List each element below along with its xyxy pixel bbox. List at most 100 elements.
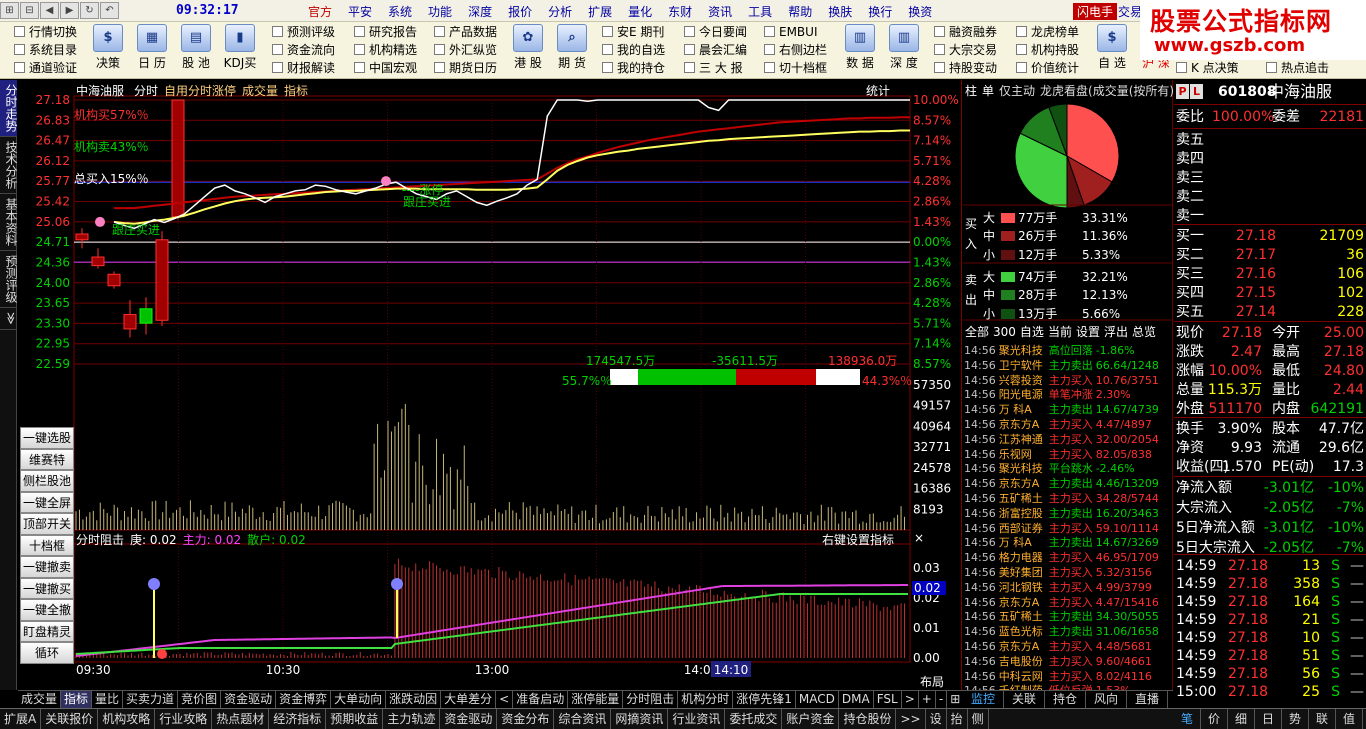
- left-tab-1[interactable]: 技术分析: [0, 137, 18, 194]
- quote-tab-6[interactable]: 值: [1336, 709, 1363, 729]
- quote-tab-4[interactable]: 势: [1282, 709, 1309, 729]
- quote-tab-3[interactable]: 日: [1255, 709, 1282, 729]
- side-button-3[interactable]: 一键全屏: [20, 491, 74, 513]
- left-tab-0[interactable]: 分时走势: [0, 80, 18, 137]
- side-button-6[interactable]: 一键撤卖: [20, 556, 74, 578]
- status-tab-3[interactable]: 行业攻略: [155, 709, 213, 729]
- chart-tab-2[interactable]: 成交量: [242, 84, 278, 98]
- indicator-tab-0[interactable]: 成交量: [18, 691, 62, 708]
- monitor-tab-4[interactable]: 直播: [1127, 691, 1168, 708]
- nav-button-3[interactable]: ▶: [60, 2, 79, 19]
- news-item[interactable]: 14:56 格力电器 主力买入 46.95/1709: [964, 549, 1159, 565]
- toolbar-button-b1[interactable]: $ 决策: [86, 22, 130, 78]
- news-item[interactable]: 14:56 江苏神通 主力买入 32.00/2054: [964, 431, 1159, 447]
- toolbar-item-col10-0[interactable]: K 点决策: [1176, 59, 1266, 77]
- side-button-1[interactable]: 维赛特: [20, 448, 74, 470]
- monitor-tab-1[interactable]: 关联: [1004, 691, 1045, 708]
- big-order-tab-0[interactable]: 柱: [965, 84, 977, 98]
- menu-item-10[interactable]: 资讯: [700, 3, 740, 20]
- news-item[interactable]: 14:56 万 科A 主力卖出 14.67/4739: [964, 401, 1159, 417]
- big-order-tab-1[interactable]: 单: [982, 84, 994, 98]
- indicator-tab-8[interactable]: 涨跌动因: [386, 691, 442, 708]
- indicator-tab-1[interactable]: 指标: [61, 691, 93, 708]
- menu-item-12[interactable]: 帮助: [780, 3, 820, 20]
- news-item[interactable]: 14:56 聚光科技 高位回落 -1.86%: [964, 342, 1135, 358]
- toolbar-item-col6-1[interactable]: 晨会汇编: [684, 41, 774, 59]
- toolbar-button-b5[interactable]: ✿ 港 股: [506, 22, 550, 78]
- news-item[interactable]: 14:56 河北钢铁 主力买入 4.99/3799: [964, 579, 1152, 595]
- news-item[interactable]: 14:56 五矿稀土 主力买入 34.28/5744: [964, 490, 1159, 506]
- menu-item-9[interactable]: 东财: [660, 3, 700, 20]
- indicator-tab-19[interactable]: >: [902, 691, 919, 708]
- status-tab-5[interactable]: 经济指标: [269, 709, 327, 729]
- quote-tab-1[interactable]: 价: [1201, 709, 1228, 729]
- layout-button[interactable]: 布局: [920, 673, 944, 690]
- toolbar-button-b9[interactable]: $ 自 选: [1090, 22, 1134, 78]
- status-tab-10[interactable]: 综合资讯: [554, 709, 612, 729]
- quote-tab-0[interactable]: 笔: [1174, 709, 1201, 729]
- toolbar-button-b8[interactable]: ▥ 深 度: [882, 22, 926, 78]
- indicator-tab-11[interactable]: 准备启动: [513, 691, 569, 708]
- monitor-filter-5[interactable]: 浮出: [1104, 325, 1128, 339]
- menu-item-15[interactable]: 换资: [900, 3, 940, 20]
- indicator-tab-5[interactable]: 资金驱动: [221, 691, 277, 708]
- menu-item-11[interactable]: 工具: [740, 3, 780, 20]
- badge-0[interactable]: P: [1176, 84, 1189, 99]
- indicator-tab-7[interactable]: 大单动向: [331, 691, 387, 708]
- news-item[interactable]: 14:56 乐视网 主力买入 82.05/838: [964, 446, 1152, 462]
- monitor-filter-3[interactable]: 当前: [1048, 325, 1072, 339]
- side-button-10[interactable]: 循环N:01: [20, 642, 74, 680]
- menu-item-3[interactable]: 功能: [420, 3, 460, 20]
- badge-1[interactable]: L: [1190, 84, 1203, 99]
- status-tab-7[interactable]: 主力轨迹: [383, 709, 441, 729]
- indicator-tab-9[interactable]: 大单差分: [441, 691, 497, 708]
- menu-item-7[interactable]: 扩展: [580, 3, 620, 20]
- close-icon[interactable]: ×: [914, 531, 924, 545]
- nav-button-2[interactable]: ◀: [40, 2, 59, 19]
- monitor-filter-1[interactable]: 300: [993, 325, 1016, 339]
- toolbar-item-col2-1[interactable]: 资金流向: [272, 41, 362, 59]
- status-tab-17[interactable]: 设: [926, 709, 947, 729]
- news-item[interactable]: 14:56 京东方A 主力卖出 4.46/13209: [964, 475, 1159, 491]
- monitor-filter-4[interactable]: 设置: [1076, 325, 1100, 339]
- monitor-filter-2[interactable]: 自选: [1020, 325, 1044, 339]
- nav-button-4[interactable]: ↻: [80, 2, 99, 19]
- toolbar-item-col3-2[interactable]: 中国宏观: [354, 59, 444, 77]
- side-button-7[interactable]: 一键撤买: [20, 577, 74, 599]
- status-tab-12[interactable]: 行业资讯: [668, 709, 726, 729]
- big-order-tab-3[interactable]: 龙虎看盘(成交量(按所有): [1040, 84, 1174, 98]
- news-item[interactable]: 14:56 京东方A 主力买入 4.48/5681: [964, 638, 1152, 654]
- indicator-tab-20[interactable]: +: [919, 691, 936, 708]
- news-item[interactable]: 14:56 万 科A 主力卖出 14.67/3269: [964, 534, 1159, 550]
- side-button-4[interactable]: 顶部开关: [20, 513, 74, 535]
- toolbar-item-col2-2[interactable]: 财报解读: [272, 59, 362, 77]
- monitor-tab-3[interactable]: 风向: [1086, 691, 1127, 708]
- indicator-tab-16[interactable]: MACD: [796, 691, 839, 708]
- indicator-tab-2[interactable]: 量比: [92, 691, 124, 708]
- news-item[interactable]: 14:56 蓝色光标 主力卖出 31.06/1658: [964, 623, 1159, 639]
- indicator-tab-4[interactable]: 竞价图: [178, 691, 222, 708]
- toolbar-item-col3-0[interactable]: 研究报告: [354, 23, 444, 41]
- indicator-tab-3[interactable]: 买卖力道: [123, 691, 179, 708]
- toolbar-item-col5-2[interactable]: 我的持仓: [602, 59, 692, 77]
- status-tab-19[interactable]: 侧: [968, 709, 989, 729]
- menu-item-5[interactable]: 报价: [500, 3, 540, 20]
- indicator-settings[interactable]: 右键设置指标: [822, 531, 894, 548]
- toolbar-item-col5-1[interactable]: 我的自选: [602, 41, 692, 59]
- indicator-tab-6[interactable]: 资金博弈: [276, 691, 332, 708]
- toolbar-item-col3-1[interactable]: 机构精选: [354, 41, 444, 59]
- nav-button-1[interactable]: ⊟: [20, 2, 39, 19]
- status-tab-2[interactable]: 机构攻略: [98, 709, 156, 729]
- status-tab-4[interactable]: 热点题材: [212, 709, 270, 729]
- toolbar-item-col6-2[interactable]: 三 大 报: [684, 59, 774, 77]
- left-tab-2[interactable]: 基本资料: [0, 194, 18, 251]
- news-item[interactable]: 14:56 京东方A 主力买入 4.47/15416: [964, 594, 1159, 610]
- toolbar-item-col2-0[interactable]: 预测评级: [272, 23, 362, 41]
- status-tab-15[interactable]: 持仓股份: [839, 709, 897, 729]
- monitor-filter-0[interactable]: 全部: [965, 325, 989, 339]
- indicator-tab-22[interactable]: ⊞: [947, 691, 963, 708]
- menu-item-0[interactable]: 官方: [300, 3, 340, 20]
- status-tab-1[interactable]: 关联报价: [41, 709, 99, 729]
- toolbar-item-col5-0[interactable]: 安E 期刊: [602, 23, 692, 41]
- status-tab-0[interactable]: 扩展A: [0, 709, 42, 729]
